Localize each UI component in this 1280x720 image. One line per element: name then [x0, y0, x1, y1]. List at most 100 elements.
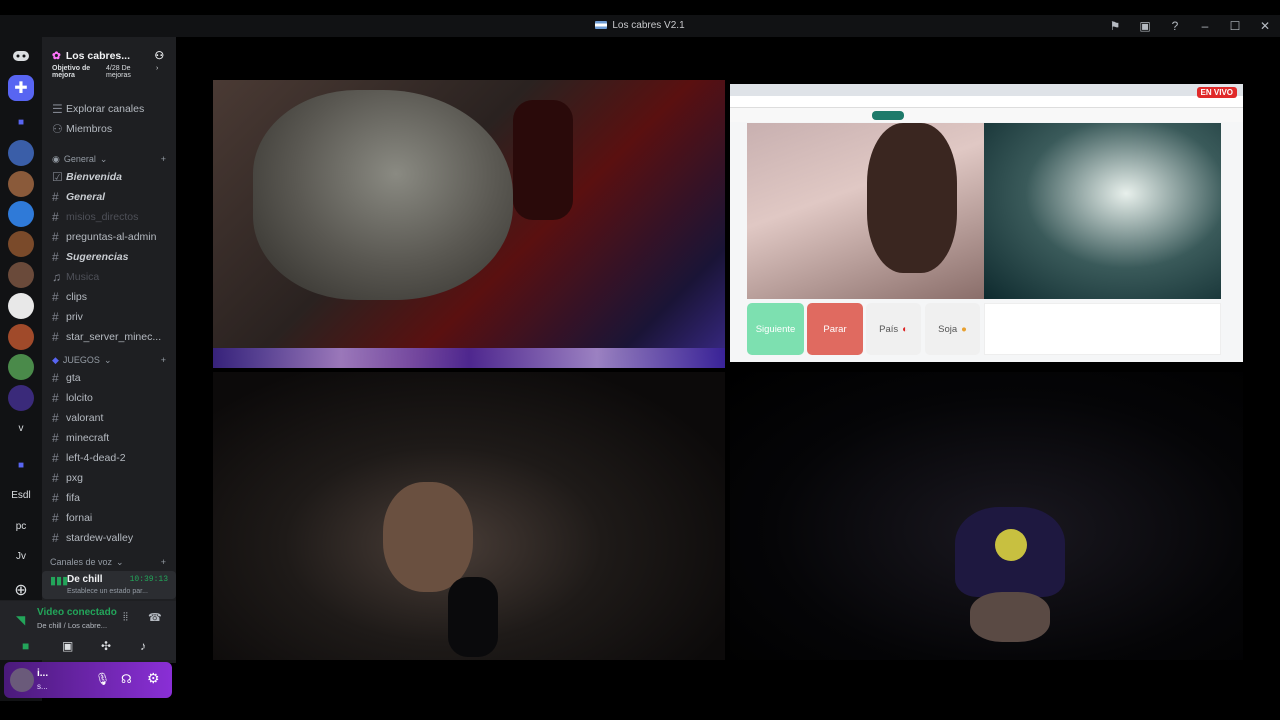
members-icon: ⚇	[52, 122, 63, 136]
channel-pxg[interactable]: # pxg	[42, 468, 176, 488]
folder-icon[interactable]: ■	[8, 452, 34, 478]
chevron-right-icon: ›	[156, 65, 159, 72]
server-label-pc[interactable]: pc	[8, 513, 34, 539]
server-icon[interactable]	[8, 324, 34, 350]
server-label-v[interactable]: v	[8, 415, 34, 441]
emoji-icon: ●	[961, 323, 967, 335]
face-figure	[970, 592, 1050, 642]
gender-button[interactable]: Soja ●	[925, 303, 980, 355]
browser-addressbar	[730, 96, 1243, 108]
category-voice[interactable]: Canales de voz ⌄ +	[42, 552, 176, 572]
server-icon[interactable]	[8, 231, 34, 257]
server-icon[interactable]	[8, 262, 34, 288]
settings-gear-icon[interactable]: ⚙	[147, 670, 160, 687]
flag-icon: ◐	[902, 323, 908, 335]
server-header[interactable]: ✿ Los cabres... ⚇	[42, 37, 176, 67]
live-badge: EN VIVO	[1196, 87, 1237, 98]
channel-lolcito[interactable]: # lolcito	[42, 388, 176, 408]
next-button[interactable]: Siguiente	[747, 303, 804, 355]
members[interactable]: ⚇ Miembros	[42, 119, 176, 139]
microphone-icon[interactable]: 🎙︎	[95, 672, 110, 686]
channel-minecraft[interactable]: # minecraft	[42, 428, 176, 448]
chevron-down-icon: ⌄	[99, 153, 108, 164]
disconnect-icon[interactable]: ☎	[148, 611, 162, 624]
flag-report-icon[interactable]: ⚑	[1100, 19, 1130, 33]
channel-bienvenida[interactable]: ☑ Bienvenida	[42, 167, 176, 187]
server-icon[interactable]	[8, 171, 34, 197]
hash-icon: #	[52, 451, 59, 465]
video-tile-dark[interactable]	[730, 372, 1243, 660]
server-label-jv[interactable]: Jv	[8, 543, 34, 569]
flag-icon	[595, 21, 608, 30]
speaker-icon: ♫	[52, 270, 61, 284]
channel-fornai[interactable]: # fornai	[42, 508, 176, 528]
speaker-icon: ▮▮▮	[50, 575, 69, 587]
channel-general[interactable]: # General	[42, 187, 176, 207]
channel-priv[interactable]: # priv	[42, 307, 176, 327]
inbox-icon[interactable]: ▣	[1130, 19, 1160, 33]
country-button[interactable]: País ◐	[866, 303, 921, 355]
hash-icon: #	[52, 511, 59, 525]
channel-sidebar: ✿ Los cabres... ⚇ Objetivo de mejora 4/2…	[42, 37, 176, 663]
hash-icon: #	[52, 471, 59, 485]
category-juegos[interactable]: ◆ JUEGOS ⌄ +	[42, 350, 176, 370]
add-channel-icon[interactable]: +	[161, 154, 166, 164]
channel-star[interactable]: # star_server_minec...	[42, 327, 176, 347]
chevron-down-icon: ⌄	[103, 354, 112, 365]
maximize-button[interactable]: ☐	[1220, 19, 1250, 33]
server-label-esdl[interactable]: Esdl	[8, 482, 34, 508]
noise-suppression-icon[interactable]: ⦙⦙	[123, 611, 128, 624]
category-general[interactable]: ◉ General ⌄ +	[42, 149, 176, 169]
speaker-icon: ◉	[52, 153, 60, 164]
video-tile-cat[interactable]	[213, 80, 725, 368]
soundboard-icon[interactable]: ♪	[140, 639, 146, 653]
headphones-icon[interactable]: ☊	[121, 672, 132, 686]
close-button[interactable]: ✕	[1250, 19, 1280, 33]
add-channel-icon[interactable]: +	[161, 557, 166, 567]
channel-stardew[interactable]: # stardew-valley	[42, 528, 176, 548]
explore-channels[interactable]: ☰ Explorar canales	[42, 99, 176, 119]
channel-sugerencias[interactable]: # Sugerencias	[42, 247, 176, 267]
keyboard-light	[213, 348, 725, 368]
signal-icon: ◥	[16, 613, 26, 627]
avatar[interactable]	[10, 668, 34, 692]
person-figure	[383, 482, 473, 592]
list-icon: ☰	[52, 102, 63, 116]
boost-progress[interactable]: Objetivo de mejora 4/28 De mejoras ›	[52, 65, 170, 87]
add-member-icon[interactable]: ⚇	[155, 50, 164, 62]
hash-icon: #	[52, 411, 59, 425]
hash-icon: #	[52, 190, 59, 204]
help-icon[interactable]: ?	[1160, 19, 1190, 33]
folder-icon[interactable]: ■	[8, 109, 34, 135]
hash-icon: #	[52, 391, 59, 405]
nitro-icon[interactable]: ✚	[8, 75, 34, 101]
server-icon[interactable]	[8, 201, 34, 227]
camera-icon[interactable]: ■	[22, 639, 29, 653]
channel-valorant[interactable]: # valorant	[42, 408, 176, 428]
discord-home-icon[interactable]	[8, 43, 34, 69]
channel-l4d2[interactable]: # left-4-dead-2	[42, 448, 176, 468]
activities-icon[interactable]: ✣	[101, 639, 111, 653]
cap-figure	[955, 507, 1065, 597]
video-tile-streamer[interactable]	[213, 372, 725, 660]
channel-gta[interactable]: # gta	[42, 368, 176, 388]
voice-connection-panel: ◥ Video conectado De chill / Los cabre..…	[0, 600, 176, 660]
server-icon[interactable]	[8, 354, 34, 380]
channel-fifa[interactable]: # fifa	[42, 488, 176, 508]
channel-preguntas[interactable]: # preguntas-al-admin	[42, 227, 176, 247]
add-channel-icon[interactable]: +	[161, 355, 166, 365]
stop-button[interactable]: Parar	[807, 303, 863, 355]
server-icon[interactable]	[8, 385, 34, 411]
screen-share-icon[interactable]: ▣	[62, 639, 73, 653]
microphone-figure	[448, 577, 498, 657]
hash-icon: #	[52, 371, 59, 385]
minimize-button[interactable]: –	[1190, 19, 1220, 33]
channel-clips[interactable]: # clips	[42, 287, 176, 307]
server-icon[interactable]	[8, 140, 34, 166]
channel-misios[interactable]: # misios_directos	[42, 207, 176, 227]
video-tile-screen-share[interactable]: EN VIVO Siguiente Parar País ◐ Soja ●	[730, 84, 1243, 362]
voice-channel-de-chill[interactable]: ▮▮▮ De chill 10:39:13 Establece un estad…	[42, 571, 176, 599]
banner-button	[872, 111, 904, 120]
server-icon[interactable]	[8, 293, 34, 319]
channel-musica[interactable]: ♫ Musica	[42, 267, 176, 287]
